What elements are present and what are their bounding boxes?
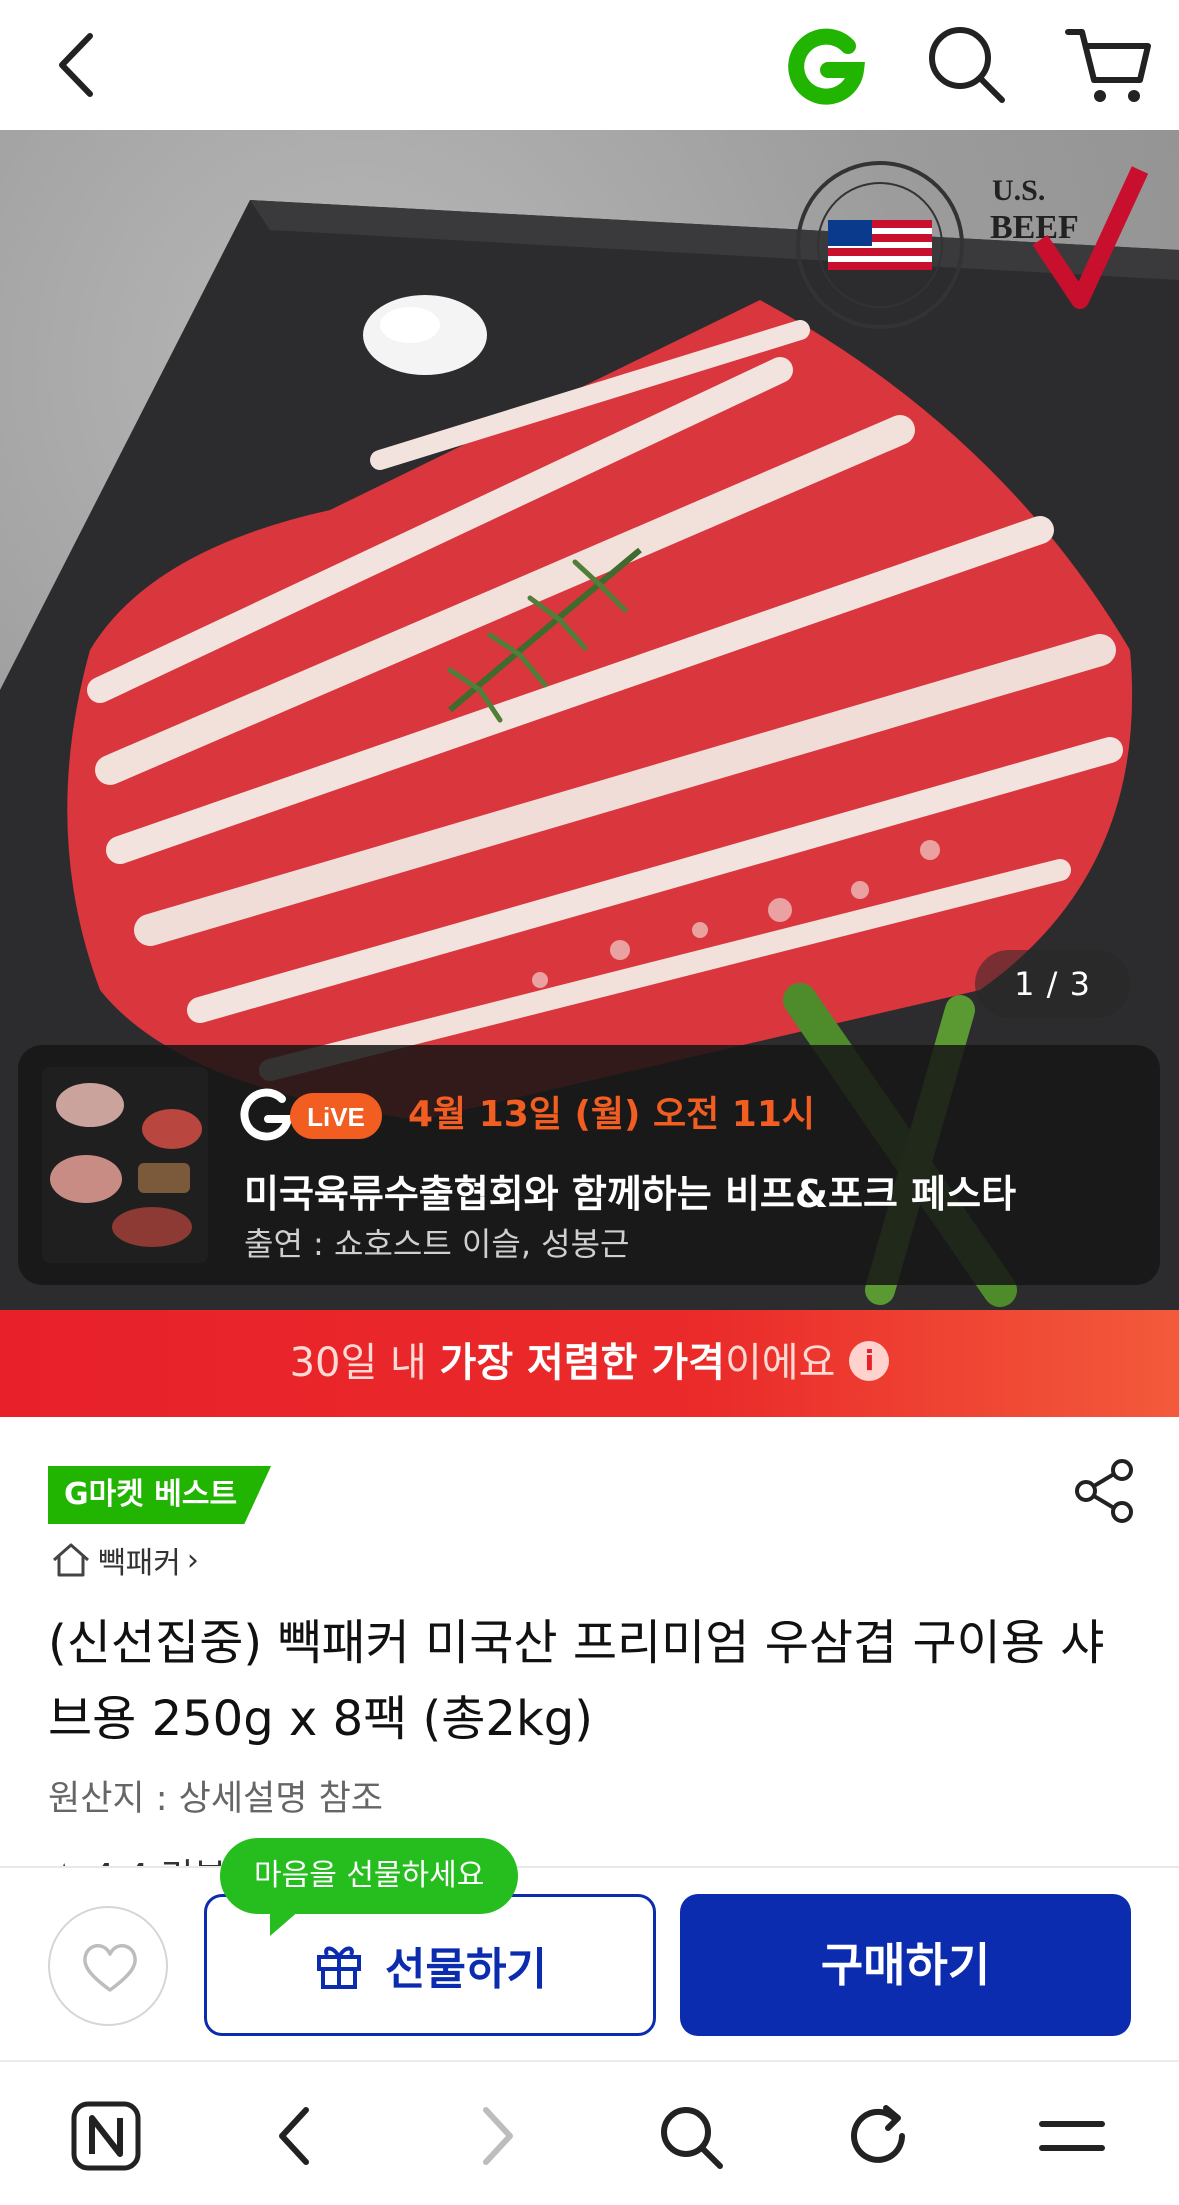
menu-icon[interactable] [1034, 2098, 1110, 2174]
purchase-bar: 선물하기 구매하기 [0, 1866, 1179, 2060]
price-notice-prefix: 30일 내 [289, 1340, 440, 1386]
refresh-icon[interactable] [842, 2098, 918, 2174]
forward-icon[interactable] [456, 2098, 532, 2174]
home-icon [53, 1543, 89, 1577]
seller-link[interactable]: 빽패커 › [50, 1540, 199, 1581]
carousel-page-indicator: 1 / 3 [975, 950, 1130, 1018]
naver-n-icon[interactable] [68, 2098, 144, 2174]
gmarket-logo-icon[interactable] [778, 18, 874, 114]
live-thumbnail [42, 1067, 208, 1263]
g-live-logo-icon: LiVE [240, 1088, 382, 1141]
svg-text:BEEF: BEEF [990, 209, 1079, 246]
live-title: 미국육류수출협회와 함께하는 비프&포크 페스타 [244, 1172, 1017, 1216]
cart-icon[interactable] [1060, 16, 1156, 112]
product-image-carousel[interactable]: U.S. BEEF 1 / 3 LiVE 4월 13일 (월) 오전 11시 미… [0, 130, 1179, 1310]
gift-tooltip: 마음을 선물하세요 [220, 1838, 519, 1936]
buy-button[interactable]: 구매하기 [680, 1894, 1131, 2036]
chevron-right-icon: › [186, 1542, 199, 1578]
heart-icon [83, 1944, 137, 1992]
seller-name: 빽패커 [98, 1546, 181, 1581]
browser-search-icon[interactable] [652, 2098, 728, 2174]
best-badge: G마켓 베스트 [48, 1466, 272, 1524]
wishlist-button[interactable] [48, 1906, 168, 2026]
svg-text:U.S.: U.S. [992, 174, 1045, 207]
lowest-price-notice[interactable]: 30일 내 가장 저렴한 가격이에요 i [0, 1310, 1179, 1417]
back-icon[interactable] [260, 2098, 336, 2174]
live-schedule: 4월 13일 (월) 오전 11시 [408, 1094, 816, 1135]
browser-nav-bar [0, 2060, 1179, 2205]
info-icon[interactable]: i [849, 1341, 890, 1381]
live-broadcast-banner[interactable]: LiVE 4월 13일 (월) 오전 11시 미국육류수출협회와 함께하는 비프… [18, 1045, 1160, 1285]
back-arrow-icon[interactable] [40, 22, 126, 108]
search-icon[interactable] [920, 18, 1010, 108]
gift-icon [317, 1946, 362, 1989]
price-notice-suffix: 이에요 [724, 1340, 836, 1386]
price-notice-highlight: 가장 저렴한 가격 [439, 1340, 725, 1386]
live-cast: 출연 : 쇼호스트 이슬, 성봉근 [244, 1225, 630, 1263]
product-title: (신선집중) 빽패커 미국산 프리미엄 우삼겹 구이용 샤브용 250g x 8… [48, 1615, 1105, 1747]
top-app-bar [0, 0, 1179, 130]
gift-button-label: 선물하기 [385, 1944, 547, 1995]
product-origin: 원산지 : 상세설명 참조 [48, 1779, 383, 1819]
share-icon[interactable] [1070, 1456, 1140, 1526]
live-logo-text: LiVE [307, 1102, 365, 1132]
